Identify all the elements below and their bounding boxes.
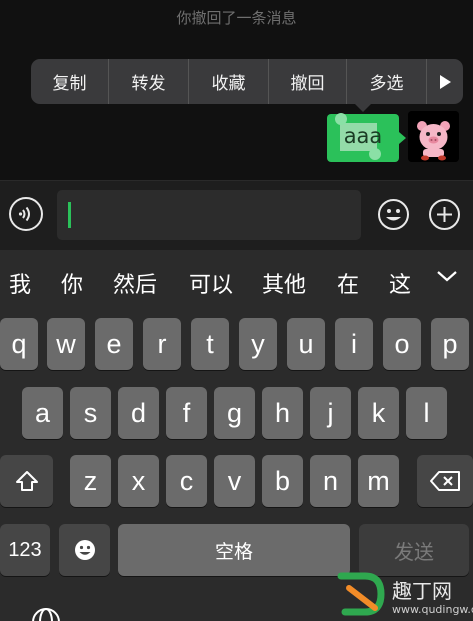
key-i[interactable]: i — [335, 318, 373, 370]
key-h[interactable]: h — [262, 387, 303, 439]
key-d[interactable]: d — [118, 387, 159, 439]
key-l[interactable]: l — [406, 387, 447, 439]
key-f[interactable]: f — [166, 387, 207, 439]
emoji-button[interactable] — [377, 198, 410, 231]
menu-pointer — [355, 104, 371, 112]
pig-avatar-icon — [408, 111, 459, 162]
more-functions-button[interactable] — [428, 198, 461, 231]
key-q[interactable]: q — [0, 318, 38, 370]
message-context-menu: 复制 转发 收藏 撤回 多选 — [31, 59, 463, 104]
candidate-word[interactable]: 其他 — [262, 267, 306, 299]
key-k[interactable]: k — [358, 387, 399, 439]
candidate-word[interactable]: 我 — [9, 267, 31, 299]
candidate-word[interactable]: 可以 — [189, 267, 233, 299]
key-c[interactable]: c — [166, 455, 207, 507]
space-key[interactable]: 空格 — [118, 524, 350, 576]
recall-notice: 你撤回了一条消息 — [176, 9, 297, 27]
voice-input-button[interactable] — [9, 197, 43, 231]
key-m[interactable]: m — [358, 455, 399, 507]
key-e[interactable]: e — [95, 318, 133, 370]
plus-icon — [429, 199, 460, 230]
key-s[interactable]: s — [70, 387, 111, 439]
menu-item-copy[interactable]: 复制 — [31, 59, 109, 104]
avatar[interactable] — [408, 111, 459, 162]
watermark-url: www.qudingw.com — [392, 603, 473, 616]
selection-start-handle[interactable] — [335, 113, 347, 125]
bubble-tail — [399, 132, 406, 144]
menu-item-favorite[interactable]: 收藏 — [189, 59, 269, 104]
key-u[interactable]: u — [287, 318, 325, 370]
globe-icon — [32, 608, 60, 621]
menu-item-recall[interactable]: 撤回 — [269, 59, 347, 104]
text-cursor — [68, 202, 71, 228]
key-t[interactable]: t — [191, 318, 229, 370]
watermark-logo — [335, 568, 391, 618]
key-v[interactable]: v — [214, 455, 255, 507]
candidate-word[interactable]: 你 — [61, 267, 83, 299]
candidate-word[interactable]: 然后 — [113, 267, 157, 299]
key-y[interactable]: y — [239, 318, 277, 370]
menu-item-multiselect[interactable]: 多选 — [347, 59, 427, 104]
key-r[interactable]: r — [143, 318, 181, 370]
message-text[interactable]: aaa — [327, 124, 399, 148]
chevron-down-icon — [437, 271, 457, 282]
emoji-key[interactable] — [59, 524, 110, 576]
smiley-icon — [378, 199, 409, 230]
key-a[interactable]: a — [22, 387, 63, 439]
key-n[interactable]: n — [310, 455, 351, 507]
key-b[interactable]: b — [262, 455, 303, 507]
selection-end-handle[interactable] — [369, 148, 381, 160]
menu-more-arrow-icon[interactable] — [427, 59, 463, 104]
expand-candidates-button[interactable] — [435, 266, 459, 286]
menu-item-forward[interactable]: 转发 — [109, 59, 189, 104]
voice-icon — [18, 206, 30, 222]
key-z[interactable]: z — [70, 455, 111, 507]
shift-key[interactable] — [0, 455, 53, 507]
watermark-text: 趣丁网 — [392, 579, 452, 603]
key-w[interactable]: w — [47, 318, 85, 370]
candidate-word[interactable]: 在 — [337, 267, 359, 299]
key-o[interactable]: o — [383, 318, 421, 370]
numbers-key[interactable]: 123 — [0, 524, 50, 576]
key-p[interactable]: p — [431, 318, 469, 370]
backspace-key[interactable] — [417, 455, 473, 507]
candidate-word[interactable]: 这 — [389, 267, 411, 299]
emoji-key-icon — [74, 540, 95, 560]
globe-key[interactable] — [30, 606, 62, 621]
key-j[interactable]: j — [310, 387, 351, 439]
key-x[interactable]: x — [118, 455, 159, 507]
key-g[interactable]: g — [214, 387, 255, 439]
message-input[interactable] — [57, 190, 361, 240]
backspace-icon — [430, 471, 460, 491]
shift-icon — [15, 471, 38, 491]
